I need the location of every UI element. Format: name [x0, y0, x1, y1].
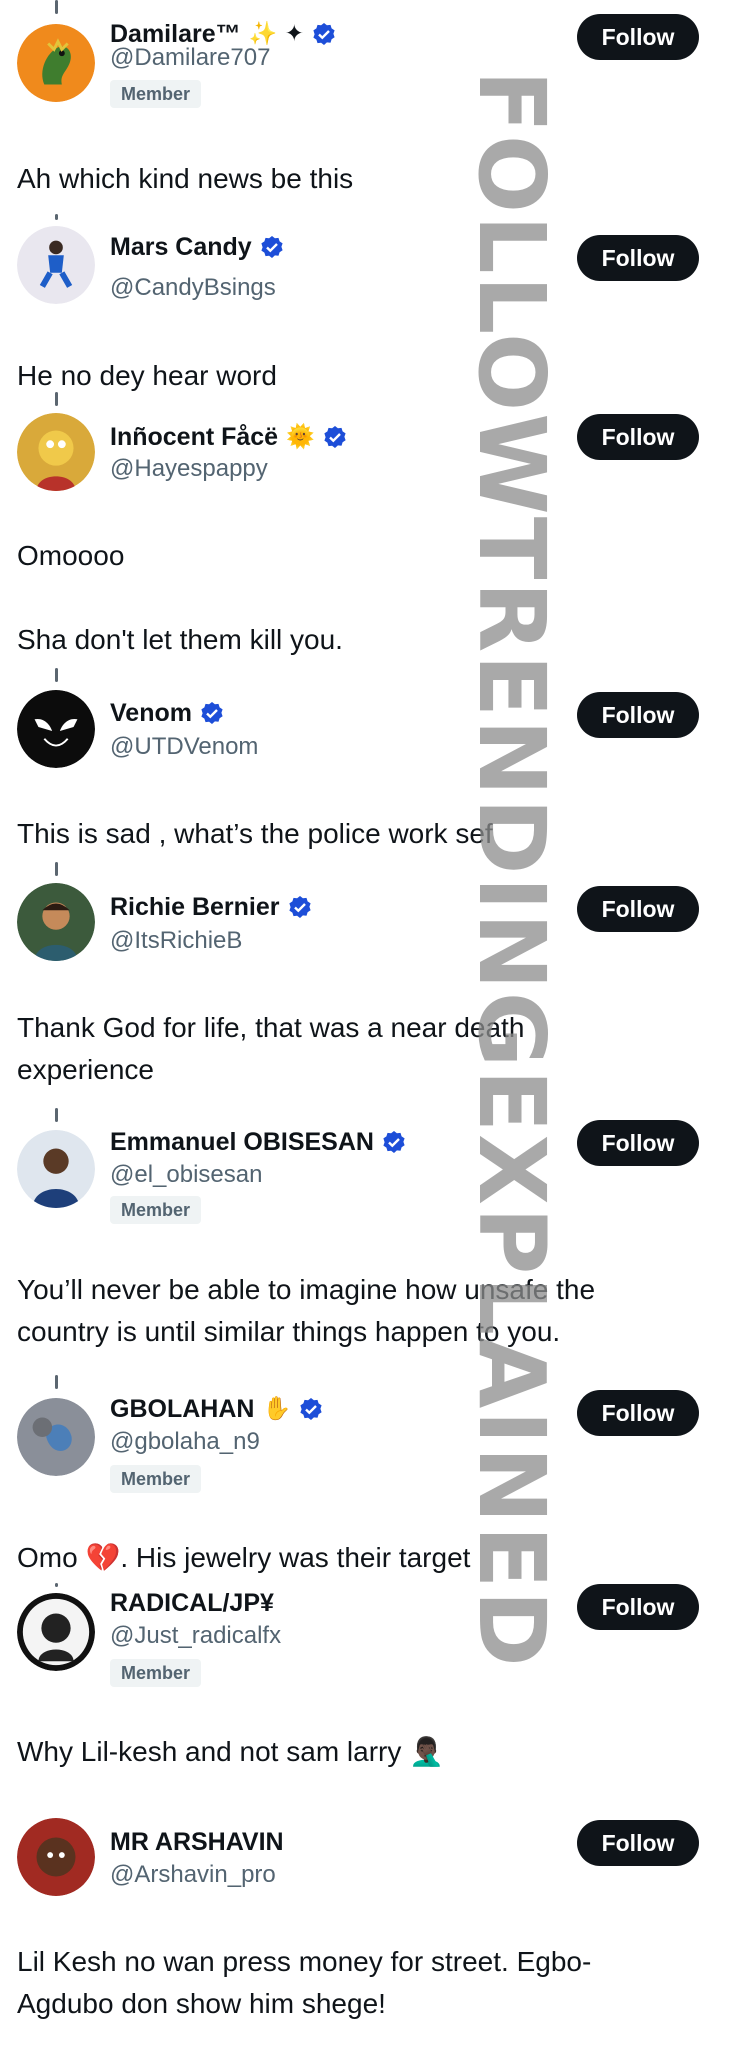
watermark-text: FOLLOWTRENDINGEXPLAINED: [458, 70, 565, 1669]
post-text: Ah which kind news be this: [17, 163, 354, 194]
user-handle[interactable]: @ItsRichieB: [110, 927, 242, 955]
thread-line: [55, 1375, 58, 1389]
display-name[interactable]: Mars Candy: [110, 232, 252, 262]
follow-button[interactable]: Follow: [577, 886, 699, 932]
avatar-radical[interactable]: [17, 1593, 95, 1671]
post-text: Thank God for life, that was a near deat…: [17, 1012, 525, 1085]
verified-icon: [300, 1398, 322, 1420]
thread-line: [55, 1583, 58, 1587]
user-handle[interactable]: @Just_radicalfx: [110, 1622, 281, 1650]
follow-button[interactable]: Follow: [577, 1584, 699, 1630]
follow-button[interactable]: Follow: [577, 414, 699, 460]
avatar-gbolahan[interactable]: [17, 1398, 95, 1476]
member-badge: Member: [110, 1196, 202, 1224]
post-text: He no dey hear word: [17, 360, 277, 391]
avatar-arshavin[interactable]: [17, 1818, 95, 1896]
post-text-2: Sha don't let them kill you.: [17, 624, 343, 655]
follow-button[interactable]: Follow: [577, 1820, 699, 1866]
thread-line: [55, 668, 58, 682]
verified-icon: [383, 1131, 405, 1153]
avatar-innocent-face[interactable]: [17, 413, 95, 491]
follow-button[interactable]: Follow: [577, 235, 699, 281]
verified-icon: [324, 426, 346, 448]
thread-line: [55, 214, 58, 220]
user-handle[interactable]: @CandyBsings: [110, 274, 276, 302]
member-badge: Member: [110, 80, 202, 108]
display-name[interactable]: RADICAL/JP¥: [110, 1588, 274, 1618]
follow-button[interactable]: Follow: [577, 14, 699, 60]
avatar-venom[interactable]: [17, 690, 95, 768]
follow-button[interactable]: Follow: [577, 1120, 699, 1166]
user-handle[interactable]: @Damilare707: [110, 44, 270, 72]
user-handle[interactable]: @gbolaha_n9: [110, 1428, 260, 1456]
member-badge: Member: [110, 1465, 202, 1493]
verified-icon: [288, 896, 311, 918]
post-text: Omo 💔. His jewelry was their target: [17, 1542, 471, 1573]
verified-icon: [313, 23, 335, 45]
avatar-mars-candy[interactable]: [17, 226, 95, 304]
avatar-damilare[interactable]: [17, 24, 95, 102]
display-name[interactable]: MR ARSHAVIN: [110, 1827, 284, 1857]
thread-line: [55, 1108, 58, 1122]
user-handle[interactable]: @Hayespappy: [110, 455, 268, 483]
user-handle[interactable]: @el_obisesan: [110, 1161, 262, 1189]
hamsa-emoji: ✋: [262, 1396, 292, 1422]
sun-emoji: 🌞: [286, 424, 315, 450]
post-text: You’ll never be able to imagine how unsa…: [17, 1274, 596, 1347]
display-name[interactable]: Venom: [110, 698, 192, 728]
user-handle[interactable]: @UTDVenom: [110, 733, 258, 761]
post-text: Omoooo: [17, 540, 125, 571]
display-name[interactable]: Richie Bernier: [110, 892, 280, 922]
post-text: This is sad , what’s the police work sef: [17, 818, 493, 849]
display-name[interactable]: GBOLAHAN: [110, 1394, 254, 1424]
member-badge: Member: [110, 1659, 202, 1687]
post-text: Lil Kesh no wan press money for street. …: [17, 1946, 592, 2019]
verified-icon: [261, 236, 283, 258]
verified-icon: [201, 702, 223, 724]
follow-button[interactable]: Follow: [577, 1390, 699, 1436]
post-text: Why Lil-kesh and not sam larry 🤦🏿‍♂️: [17, 1736, 444, 1767]
thread-line: [55, 0, 58, 14]
display-name[interactable]: Emmanuel OBISESAN: [110, 1127, 374, 1157]
display-name[interactable]: Inñocent Fåcë: [110, 422, 278, 452]
thread-line: [55, 862, 58, 876]
user-handle[interactable]: @Arshavin_pro: [110, 1861, 276, 1889]
avatar-emmanuel[interactable]: [17, 1130, 95, 1208]
thread-line: [55, 392, 58, 406]
follow-button[interactable]: Follow: [577, 692, 699, 738]
avatar-richie[interactable]: [17, 883, 95, 961]
